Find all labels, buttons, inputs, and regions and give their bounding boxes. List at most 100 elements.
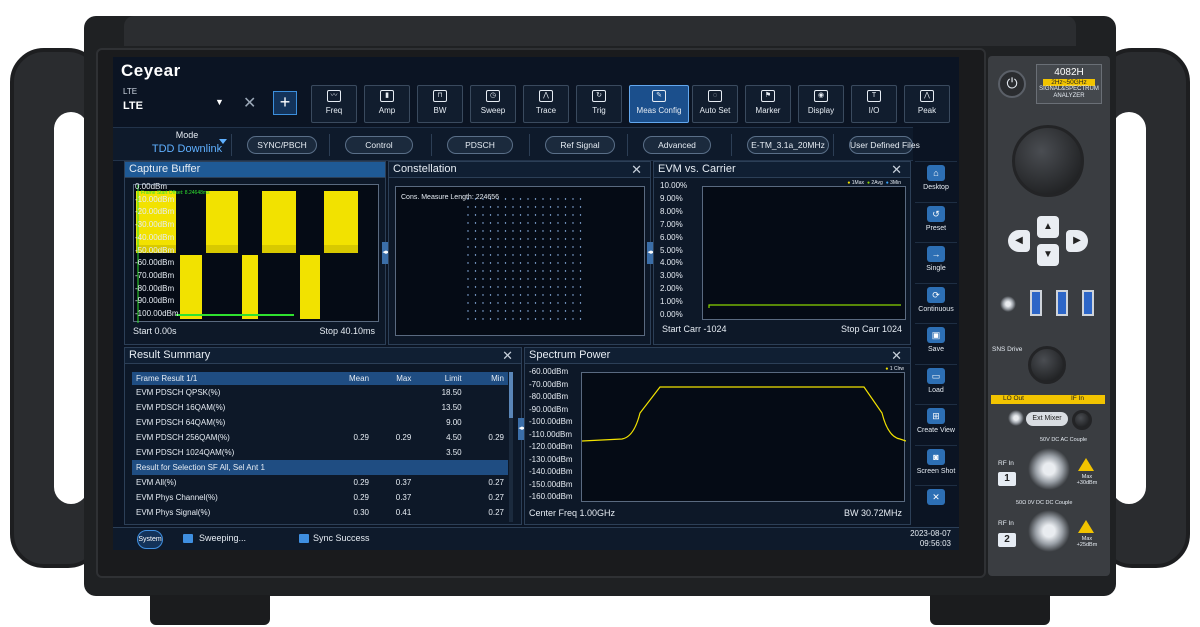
table-row[interactable]: EVM PDSCH 1024QAM(%) 3.50 <box>132 445 508 460</box>
constellation-point <box>542 270 544 272</box>
table-cell: 13.50 <box>441 403 462 412</box>
result-column-header: Max <box>373 372 416 385</box>
close-icon[interactable]: ✕ <box>243 93 256 113</box>
evm-y-tick: 9.00% <box>660 193 683 203</box>
usb-port-2[interactable] <box>1056 290 1068 316</box>
table-row[interactable]: EVM Phys Channel(%) 0.29 0.37 0.27 <box>132 490 508 505</box>
side-continuous-button[interactable]: ⟳ Continuous <box>915 282 957 322</box>
constellation-point <box>497 214 499 216</box>
folder-icon: ▭ <box>927 367 945 384</box>
toolbar-amp-button[interactable]: ▮ Amp <box>364 85 410 123</box>
close-icon[interactable]: ✕ <box>502 348 513 363</box>
side-screen-shot-button[interactable]: ◙ Screen Shot <box>915 444 957 484</box>
constellation-point <box>527 310 529 312</box>
constellation-point <box>572 294 574 296</box>
toolbar-marker-button[interactable]: ⚑ Marker <box>745 85 791 123</box>
table-row[interactable]: EVM Phys Signal(%) 0.30 0.41 0.27 <box>132 505 508 520</box>
side-load-button[interactable]: ▭ Load <box>915 363 957 403</box>
arrow-down-button[interactable]: ▼ <box>1037 244 1059 266</box>
arrow-left-button[interactable]: ◀ <box>1008 230 1030 252</box>
mode-dropdown[interactable]: Mode TDD Downlink <box>137 130 237 155</box>
toolbar-display-button[interactable]: ◉ Display <box>798 85 844 123</box>
close-icon[interactable]: ✕ <box>891 162 902 177</box>
rf-in-1-connector[interactable] <box>1028 448 1070 490</box>
system-button[interactable]: System <box>137 530 163 549</box>
subbar-control-button[interactable]: Control <box>345 136 413 154</box>
side-save-button[interactable]: ▣ Save <box>915 323 957 362</box>
freq-icon: 〰 <box>327 90 341 102</box>
close-icon[interactable]: ✕ <box>631 162 642 177</box>
table-row[interactable]: EVM All(%) 0.29 0.37 0.27 <box>132 475 508 490</box>
chevron-down-icon[interactable]: ▼ <box>215 97 224 107</box>
table-cell: EVM PDSCH 16QAM(%) <box>136 403 226 412</box>
constellation-point <box>489 302 492 304</box>
toolbar-freq-button[interactable]: 〰 Freq <box>311 85 357 123</box>
side-collapse-button[interactable]: ✕ <box>915 485 957 524</box>
constellation-point <box>549 214 552 216</box>
lo-out-port[interactable] <box>1008 410 1024 426</box>
spectrum-power-panel[interactable]: Spectrum Power ✕ -60.00dBm -70.00dBm -80.00… <box>524 347 911 525</box>
spectrum-y-tick: -90.00dBm <box>529 404 569 414</box>
power-button[interactable]: ⏻ <box>998 70 1026 98</box>
toolbar-auto-set-button[interactable]: ◌ Auto Set <box>692 85 738 123</box>
toolbar-meas-config-button[interactable]: ✎ Meas Config <box>629 85 689 123</box>
sns-drive-port[interactable] <box>1028 346 1066 384</box>
constellation-point <box>542 310 544 312</box>
evm-y-tick: 4.00% <box>660 258 683 268</box>
close-icon[interactable]: ✕ <box>891 348 902 363</box>
side-preset-button[interactable]: ↺ Preset <box>915 201 957 241</box>
constellation-point <box>467 214 469 216</box>
if-in-port[interactable] <box>1072 410 1092 430</box>
subbar-advanced-button[interactable]: Advanced <box>643 136 711 154</box>
constellation-point <box>572 222 574 224</box>
table-row[interactable]: EVM PDSCH 256QAM(%) 0.29 0.29 4.50 0.29 <box>132 430 508 445</box>
side-create-view-button[interactable]: ⊞ Create View <box>915 404 957 443</box>
ext-mixer-button[interactable]: Ext Mixer <box>1026 412 1068 426</box>
result-scrollbar[interactable] <box>509 372 513 522</box>
side-single-button[interactable]: → Single <box>915 242 957 281</box>
table-cell <box>373 445 415 460</box>
constellation-plot[interactable] <box>395 186 645 336</box>
constellation-point <box>519 262 522 264</box>
table-cell: 0.29 <box>353 478 370 487</box>
constellation-point <box>564 206 567 208</box>
evm-carrier-plot[interactable] <box>702 186 906 320</box>
constellation-panel[interactable]: Constellation ✕ Cons. Measure Length: 224… <box>388 161 655 345</box>
capture-buffer-panel[interactable]: Capture Buffer 0.00dBm -10.00dBm -20.00dBm… <box>124 161 390 345</box>
toolbar-trig-button[interactable]: ↻ Trig <box>576 85 622 123</box>
table-cell <box>323 400 373 415</box>
add-mode-button[interactable]: + <box>273 91 297 115</box>
table-cell: 0.29 <box>488 433 504 442</box>
table-row[interactable]: EVM PDSCH 16QAM(%) 13.50 <box>132 400 508 415</box>
constellation-point <box>557 278 559 280</box>
toolbar-peak-button[interactable]: ⋀ Peak <box>904 85 950 123</box>
arrow-right-button[interactable]: ▶ <box>1066 230 1088 252</box>
subbar-ref-signal-button[interactable]: Ref Signal <box>545 136 615 154</box>
constellation-point <box>572 286 574 288</box>
table-row[interactable]: EVM PDSCH QPSK(%) 18.50 <box>132 385 508 400</box>
constellation-point <box>564 238 567 240</box>
constellation-point <box>482 246 484 248</box>
subbar-user-defined-files-button[interactable]: User Defined Files <box>849 136 920 154</box>
spectrum-power-plot[interactable] <box>581 372 907 502</box>
toolbar-i-o-button[interactable]: T I/O <box>851 85 897 123</box>
subbar-pdsch-button[interactable]: PDSCH <box>447 136 513 154</box>
toolbar-trace-button[interactable]: ⋀ Trace <box>523 85 569 123</box>
mode-selector[interactable]: LTE LTE ▼ ✕ <box>123 87 256 117</box>
subbar-e-tm-3-1a-20mhz-button[interactable]: E-TM_3.1a_20MHz <box>747 136 829 154</box>
toolbar-bw-button[interactable]: ⊓ BW <box>417 85 463 123</box>
toolbar-sweep-button[interactable]: ◷ Sweep <box>470 85 516 123</box>
usb-port-3[interactable] <box>1082 290 1094 316</box>
table-row[interactable]: EVM PDSCH 64QAM(%) 9.00 <box>132 415 508 430</box>
auto-set-icon: ◌ <box>708 90 722 102</box>
rotary-knob[interactable] <box>1012 125 1084 197</box>
side-desktop-button[interactable]: ⌂ Desktop <box>915 161 957 200</box>
constellation-point <box>482 262 484 264</box>
headphone-jack[interactable] <box>1000 296 1016 312</box>
evm-carrier-panel[interactable]: EVM vs. Carrier ✕ 10.00% 9.00% 8.00% 7.00% 6.… <box>653 161 911 345</box>
usb-port-1[interactable] <box>1030 290 1042 316</box>
result-summary-panel[interactable]: Result Summary ✕ Frame Result 1/1 Mean Max L… <box>124 347 526 525</box>
arrow-up-button[interactable]: ▲ <box>1037 216 1059 238</box>
subbar-sync-pbch-button[interactable]: SYNC/PBCH <box>247 136 317 154</box>
rf-in-2-connector[interactable] <box>1028 510 1070 552</box>
